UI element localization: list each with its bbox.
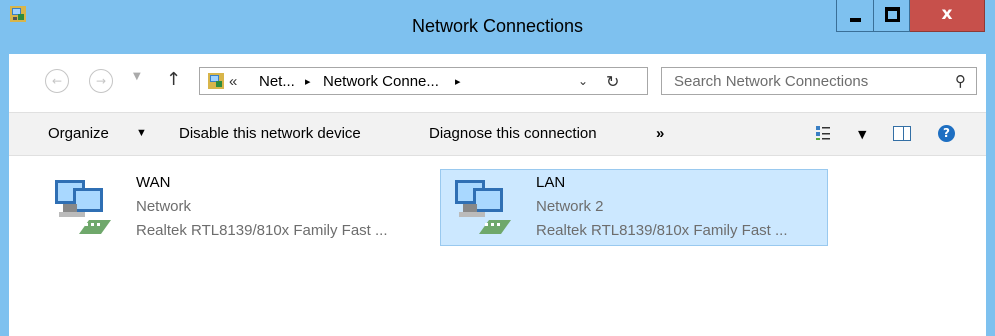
forward-arrow-icon: → <box>95 74 107 88</box>
search-box[interactable]: Search Network Connections ⚲ <box>661 67 977 95</box>
breadcrumb-separator-arrow-icon[interactable]: ▸ <box>305 75 311 88</box>
connection-name: LAN <box>536 174 566 191</box>
command-bar: Organize ▼ Disable this network device D… <box>9 112 986 156</box>
help-icon[interactable]: ? <box>938 125 955 142</box>
network-adapter-icon <box>455 180 511 234</box>
disable-network-device-button[interactable]: Disable this network device <box>179 125 361 142</box>
up-button[interactable]: ↑ <box>166 69 181 90</box>
minimize-icon <box>850 18 861 22</box>
connection-network: Network <box>136 198 192 215</box>
search-icon[interactable]: ⚲ <box>955 72 966 90</box>
network-connections-window: Network Connections x ← → ▼ ↑ « Net... ▸… <box>0 0 995 336</box>
address-bar[interactable]: « Net... ▸ Network Conne... ▸ ⌄ ↻ <box>199 67 648 95</box>
network-adapter-icon <box>55 180 111 234</box>
connections-list: WAN Network Realtek RTL8139/810x Family … <box>9 156 986 336</box>
breadcrumb-network[interactable]: Net... <box>259 73 295 90</box>
window-frame-left <box>0 54 9 336</box>
search-input[interactable]: Search Network Connections <box>674 73 868 90</box>
minimize-button[interactable] <box>836 0 873 32</box>
connection-network: Network 2 <box>536 198 604 215</box>
address-dropdown-chevron-icon[interactable]: ⌄ <box>578 74 588 88</box>
window-frame-right <box>986 54 995 336</box>
maximize-icon <box>885 7 900 22</box>
maximize-button[interactable] <box>873 0 910 32</box>
more-commands-button[interactable]: » <box>656 125 664 142</box>
diagnose-connection-button[interactable]: Diagnose this connection <box>429 125 597 142</box>
refresh-icon[interactable]: ↻ <box>606 72 619 91</box>
change-view-icon[interactable] <box>815 125 831 141</box>
breadcrumb-network-connections[interactable]: Network Conne... <box>323 73 439 90</box>
navigation-bar: ← → ▼ ↑ « Net... ▸ Network Conne... ▸ ⌄ … <box>0 54 995 112</box>
connection-item-wan[interactable]: WAN Network Realtek RTL8139/810x Family … <box>40 169 428 246</box>
up-arrow-icon: ↑ <box>166 69 182 90</box>
connection-item-lan[interactable]: LAN Network 2 Realtek RTL8139/810x Famil… <box>440 169 828 246</box>
breadcrumb-overflow-button[interactable]: « <box>229 73 237 90</box>
title-bar[interactable]: Network Connections x <box>0 0 995 54</box>
back-button[interactable]: ← <box>45 69 69 93</box>
network-connections-folder-icon <box>208 73 224 89</box>
navigation-bar-inner: ← → ▼ ↑ « Net... ▸ Network Conne... ▸ ⌄ … <box>9 54 986 112</box>
forward-button[interactable]: → <box>89 69 113 93</box>
connection-device: Realtek RTL8139/810x Family Fast ... <box>536 222 788 239</box>
breadcrumb-separator-arrow-icon[interactable]: ▸ <box>455 75 461 88</box>
organize-dropdown-arrow-icon[interactable]: ▼ <box>136 127 147 139</box>
back-arrow-icon: ← <box>51 74 63 88</box>
close-icon: x <box>941 4 953 24</box>
organize-button[interactable]: Organize <box>48 125 109 142</box>
recent-locations-button[interactable]: ▼ <box>133 71 141 82</box>
preview-pane-icon[interactable] <box>893 126 911 141</box>
connection-device: Realtek RTL8139/810x Family Fast ... <box>136 222 388 239</box>
connection-name: WAN <box>136 174 171 191</box>
view-options-dropdown-icon[interactable]: ▼ <box>858 128 866 141</box>
chevron-down-icon: ▼ <box>133 71 141 82</box>
close-button[interactable]: x <box>910 0 985 32</box>
